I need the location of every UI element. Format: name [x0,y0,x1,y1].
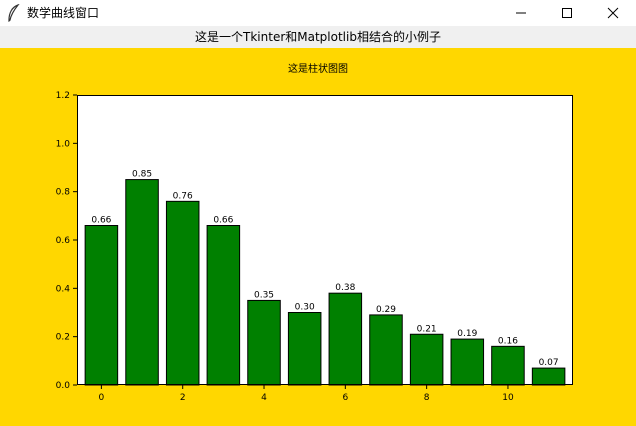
bar-value-label: 0.07 [539,358,559,368]
y-tick-label: 0.0 [56,381,71,391]
feather-icon [6,3,22,22]
bar [287,312,322,386]
title-bar[interactable]: 数学曲线窗口 [0,0,636,26]
x-tick-label: 2 [180,393,186,403]
maximize-icon [561,7,573,19]
bar-value-label: 0.66 [213,216,233,226]
bar [531,367,566,386]
bar-value-label: 0.29 [376,305,396,315]
window-title: 数学曲线窗口 [27,6,100,20]
bar-value-label: 0.85 [132,170,152,180]
chart-title: 这是柱状图图 [288,62,348,75]
bar [450,338,485,386]
maximize-button[interactable] [544,0,590,26]
close-icon [607,7,619,19]
x-tick-label: 0 [99,393,105,403]
close-button[interactable] [590,0,636,26]
header-label: 这是一个Tkinter和Matplotlib相结合的小例子 [0,26,636,48]
bar-value-label: 0.76 [173,191,193,201]
bar-value-label: 0.35 [254,290,274,300]
y-tick-label: 0.4 [56,284,71,294]
x-tick-label: 4 [261,393,267,403]
minimize-button[interactable] [498,0,544,26]
bar-value-label: 0.30 [295,303,315,313]
bar-value-label: 0.38 [335,283,355,293]
bar-value-label: 0.21 [417,324,437,334]
y-tick-label: 0.6 [56,236,71,246]
x-tick-label: 6 [342,393,348,403]
bar [165,200,200,386]
bar [84,225,119,386]
bar-value-label: 0.16 [498,336,518,346]
bar [409,333,444,386]
y-tick-label: 1.2 [56,91,70,101]
bar [328,292,363,386]
app-window: 数学曲线窗口 这是一个Tkinter和Matplotlib相结合的小例子 这是柱… [0,0,636,426]
y-tick-label: 1.0 [56,139,71,149]
bar-chart: 这是柱状图图 0.660.850.760.660.350.300.380.290… [56,62,573,403]
bar [247,299,281,386]
bar-value-label: 0.66 [91,216,111,226]
x-tick-label: 10 [502,393,514,403]
y-tick-label: 0.8 [56,188,71,198]
bar-value-label: 0.19 [457,329,477,339]
bar [206,225,241,386]
bar [369,314,403,386]
chart-figure: 这是柱状图图 0.66 0.85 0.76 0.66 0.35 0.30 0.38 0.29 0… [0,48,636,426]
bar [491,345,525,386]
x-tick-label: 8 [424,393,430,403]
bar [125,179,159,386]
minimize-icon [515,7,527,19]
y-tick-label: 0.2 [56,333,70,343]
